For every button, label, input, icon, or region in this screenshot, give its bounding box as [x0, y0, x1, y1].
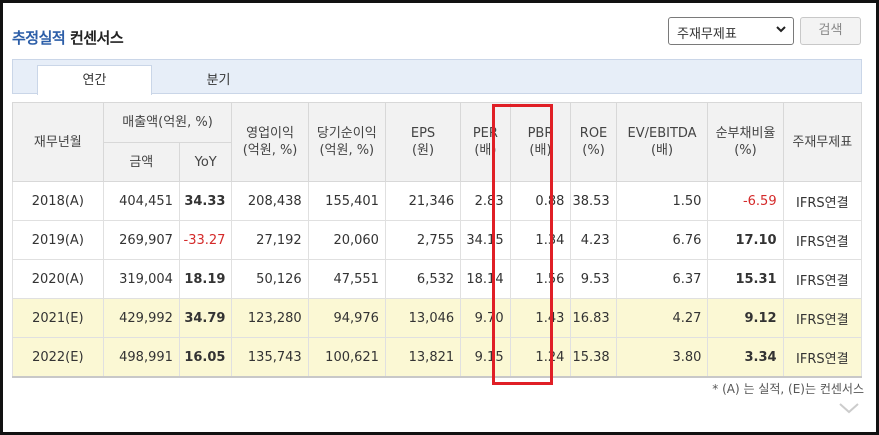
cell-eps: 13,046	[384, 298, 462, 338]
header-year: 재무년월	[12, 102, 104, 182]
header-op-profit: 영업이익 (억원, %)	[231, 102, 309, 182]
chevron-down-icon	[776, 26, 786, 33]
cell-roe: 38.53	[570, 181, 617, 221]
cell-year: 2022(E)	[12, 337, 104, 378]
cell-fs: IFRS연결	[782, 220, 863, 260]
header-ev-ebitda: EV/EBITDA (배)	[615, 102, 709, 182]
cell-ev: 6.76	[615, 220, 709, 260]
cell-debt: 17.10	[707, 220, 784, 260]
tab-annual[interactable]: 연간	[37, 65, 152, 95]
cell-yoy: 34.33	[178, 181, 233, 221]
period-tabs: 연간 분기	[12, 59, 862, 95]
header-net-debt-ratio: 순부채비율 (%)	[707, 102, 784, 182]
header-sales-group: 매출액(억원, %)	[102, 102, 233, 143]
search-button[interactable]: 검색	[800, 17, 861, 45]
header-financial-statement: 주재무제표	[782, 102, 863, 182]
cell-op: 123,280	[231, 298, 309, 338]
cell-ev: 6.37	[615, 259, 709, 299]
cell-year: 2021(E)	[12, 298, 104, 338]
consensus-panel: 추정실적 컨센서스 주재무제표 검색 연간 분기 재무년월 매출액(억원, %)…	[0, 0, 879, 435]
cell-eps: 2,755	[384, 220, 462, 260]
table-row: 2019(A) 269,907 -33.27 27,192 20,060 2,7…	[12, 220, 863, 260]
cell-op: 27,192	[231, 220, 309, 260]
cell-sales: 404,451	[102, 181, 180, 221]
cell-eps: 13,821	[384, 337, 462, 378]
cell-debt: 15.31	[707, 259, 784, 299]
section-title: 추정실적 컨센서스	[12, 27, 124, 48]
cell-eps: 6,532	[384, 259, 462, 299]
tab-quarterly[interactable]: 분기	[161, 66, 276, 95]
cell-year: 2018(A)	[12, 181, 104, 221]
cell-roe: 9.53	[570, 259, 617, 299]
cell-sales: 319,004	[102, 259, 180, 299]
cell-sales: 498,991	[102, 337, 180, 378]
consensus-table: 재무년월 매출액(억원, %) 영업이익 (억원, %) 당기순이익 (억원, …	[12, 102, 863, 378]
header-sales-yoy: YoY	[178, 142, 233, 182]
cell-year: 2019(A)	[12, 220, 104, 260]
footnote: * (A) 는 실적, (E)는 컨센서스	[712, 382, 864, 396]
cell-net: 94,976	[307, 298, 386, 338]
chevron-down-icon[interactable]	[838, 401, 860, 415]
header-roe: ROE (%)	[570, 102, 617, 182]
cell-net: 47,551	[307, 259, 386, 299]
cell-roe: 15.38	[570, 337, 617, 378]
cell-sales: 429,992	[102, 298, 180, 338]
cell-debt: -6.59	[707, 181, 784, 221]
table-row: 2018(A) 404,451 34.33 208,438 155,401 21…	[12, 181, 863, 221]
table-row: 2020(A) 319,004 18.19 50,126 47,551 6,53…	[12, 259, 863, 299]
cell-ev: 1.50	[615, 181, 709, 221]
cell-net: 20,060	[307, 220, 386, 260]
cell-debt: 3.34	[707, 337, 784, 378]
cell-eps: 21,346	[384, 181, 462, 221]
table-row: 2022(E) 498,991 16.05 135,743 100,621 13…	[12, 337, 863, 378]
cell-net: 100,621	[307, 337, 386, 378]
table-row: 2021(E) 429,992 34.79 123,280 94,976 13,…	[12, 298, 863, 338]
cell-ev: 4.27	[615, 298, 709, 338]
cell-yoy: 16.05	[178, 337, 233, 378]
cell-fs: IFRS연결	[782, 337, 863, 378]
cell-fs: IFRS연결	[782, 181, 863, 221]
cell-roe: 4.23	[570, 220, 617, 260]
header-eps: EPS (원)	[384, 102, 462, 182]
title-highlight: 추정실적	[12, 29, 66, 47]
cell-yoy: 18.19	[178, 259, 233, 299]
cell-net: 155,401	[307, 181, 386, 221]
cell-sales: 269,907	[102, 220, 180, 260]
cell-debt: 9.12	[707, 298, 784, 338]
cell-roe: 16.83	[570, 298, 617, 338]
select-value: 주재무제표	[677, 27, 737, 42]
cell-yoy: 34.79	[178, 298, 233, 338]
statement-type-select[interactable]: 주재무제표	[668, 17, 794, 45]
header-sales-amount: 금액	[102, 142, 180, 182]
cell-fs: IFRS연결	[782, 259, 863, 299]
cell-op: 50,126	[231, 259, 309, 299]
pbr-highlight-box	[492, 104, 553, 385]
title-rest: 컨센서스	[69, 29, 124, 47]
cell-fs: IFRS연결	[782, 298, 863, 338]
cell-ev: 3.80	[615, 337, 709, 378]
cell-year: 2020(A)	[12, 259, 104, 299]
header-net-profit: 당기순이익 (억원, %)	[307, 102, 386, 182]
cell-yoy: -33.27	[178, 220, 233, 260]
cell-op: 208,438	[231, 181, 309, 221]
cell-op: 135,743	[231, 337, 309, 378]
